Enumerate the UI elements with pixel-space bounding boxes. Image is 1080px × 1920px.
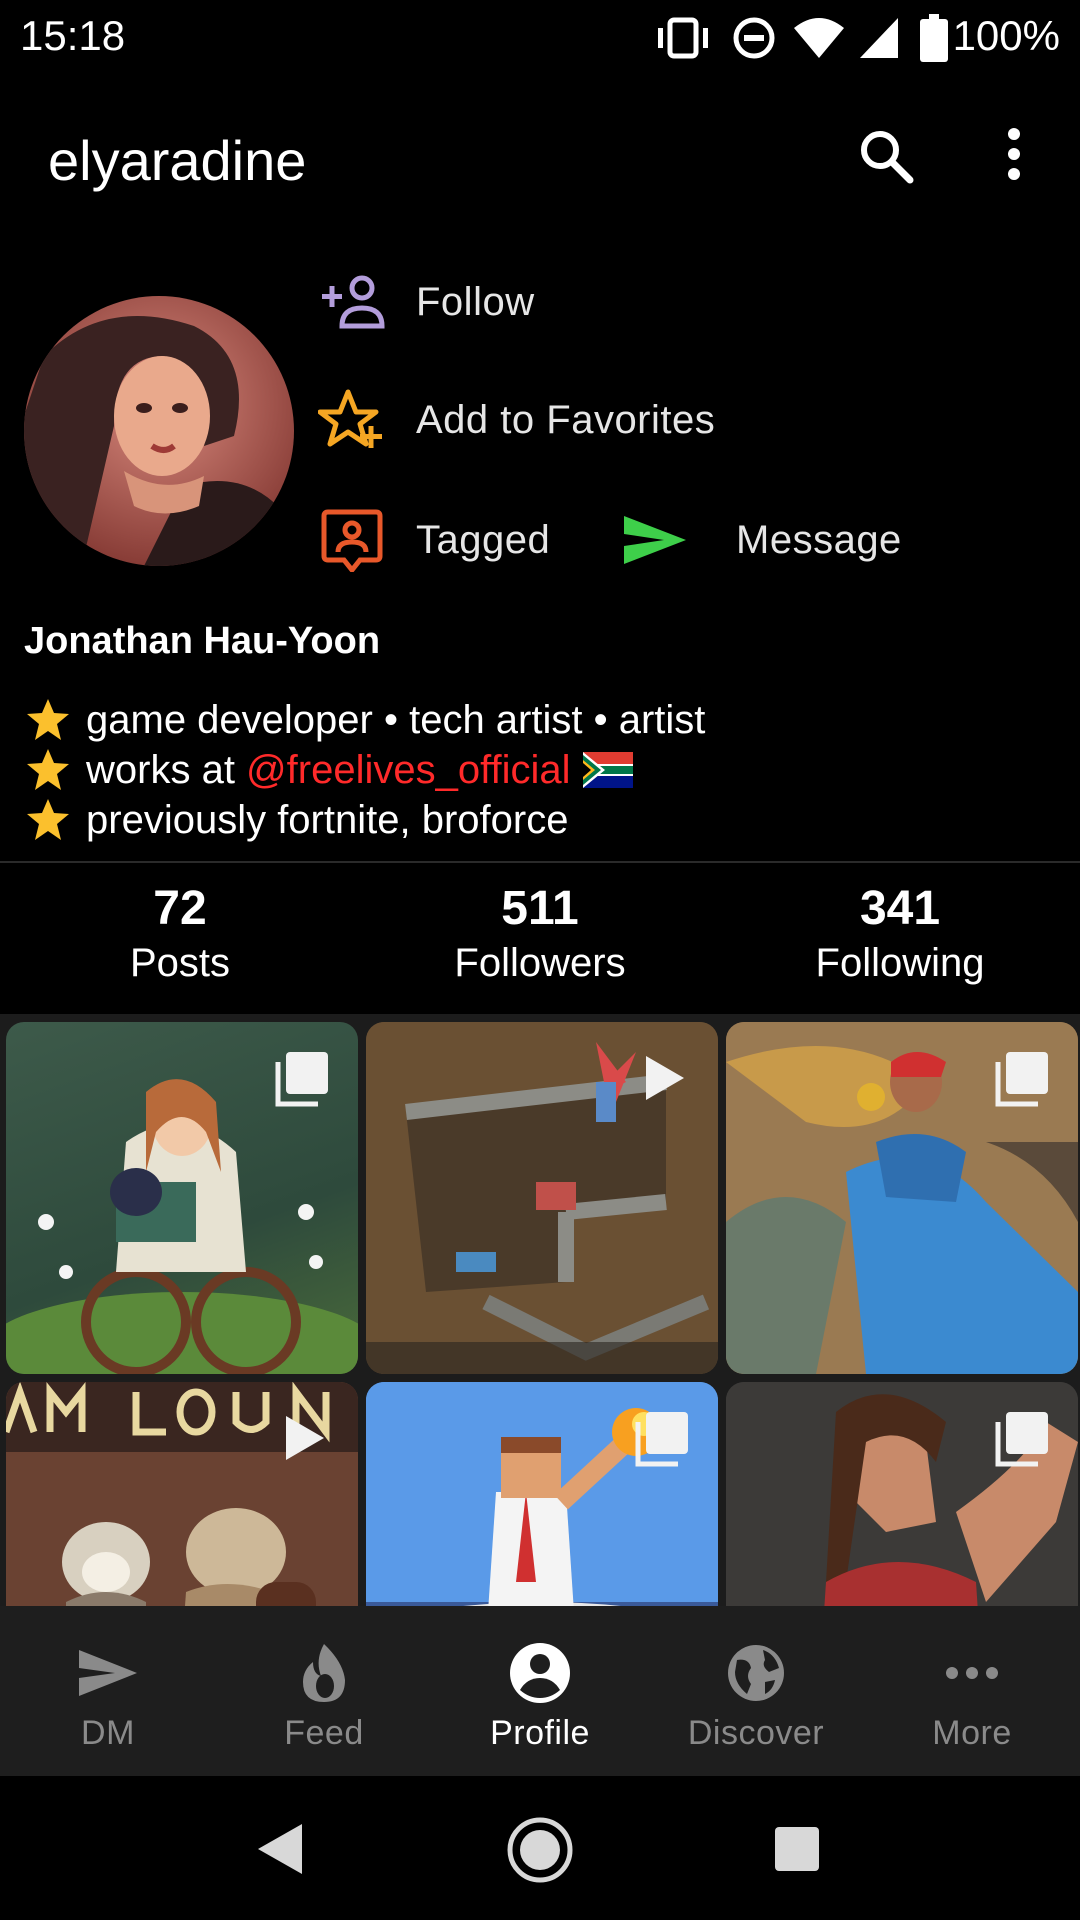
tagged-person-icon [321,509,383,572]
stat-posts-label: Posts [129,941,231,985]
bio-text-3: previously fortnite, broforce [86,797,569,842]
nav-item-profile[interactable]: Profile [432,1606,648,1776]
post-tile[interactable] [6,1382,358,1606]
multi-image-icon [995,1052,1048,1107]
nav-item-dm[interactable]: DM [0,1606,216,1776]
profile-username-title: elyaradine [48,129,307,192]
back-icon[interactable] [254,1822,304,1876]
nav-label-more: More [932,1714,1012,1752]
multi-image-icon [275,1052,328,1107]
post-tile[interactable] [726,1382,1078,1606]
nav-item-more[interactable]: More [864,1606,1080,1776]
stat-followers-value: 511 [501,882,579,935]
bio-mention-link[interactable]: @freelives_official [246,748,570,793]
star-emoji-icon [27,799,69,840]
follow-label: Follow [416,279,535,324]
globe-icon [728,1645,784,1701]
multi-image-icon [995,1412,1048,1467]
battery-percentage: 100% [952,12,1060,59]
bio-line-1: game developer • tech artist • artist [24,696,705,744]
system-navigation-bar [0,1776,1080,1920]
message-label: Message [736,517,902,562]
search-icon[interactable] [856,126,916,186]
add-to-favorites-button[interactable]: Add to Favorites [318,388,715,452]
send-icon [624,516,686,564]
stat-posts-value: 72 [153,882,207,935]
status-time: 15:18 [20,12,126,59]
post-tile[interactable] [366,1022,718,1374]
video-play-icon [646,1056,684,1100]
divider [0,861,1080,863]
avatar[interactable] [24,296,294,566]
tagged-button[interactable]: Tagged [318,508,550,572]
stat-posts[interactable]: 72 Posts [0,880,360,988]
status-bar: 15:18 100% [0,0,1080,76]
avatar-illustration [24,296,294,566]
post-tile[interactable] [726,1022,1078,1374]
stat-following-value: 341 [859,882,941,935]
battery-icon [920,14,948,62]
home-icon[interactable] [504,1814,576,1886]
more-horizontal-icon [946,1667,998,1679]
bio-line-3: previously fortnite, broforce [24,796,568,844]
multi-image-icon [635,1412,688,1467]
person-add-icon [322,275,385,329]
display-name: Jonathan Hau-Yoon [24,620,381,662]
stat-following-label: Following [815,941,985,985]
stat-followers[interactable]: 511 Followers [360,880,720,988]
bio-line-2: works at @freelives_official [24,746,633,794]
nav-label-dm: DM [81,1714,135,1752]
dnd-icon [733,17,775,59]
tagged-label: Tagged [416,517,551,562]
account-circle-icon [510,1643,570,1703]
nav-label-profile: Profile [490,1714,590,1752]
star-emoji-icon [27,699,69,740]
flame-icon [303,1644,345,1702]
send-icon [79,1650,137,1696]
favorites-label: Add to Favorites [416,397,716,442]
recents-icon[interactable] [774,1826,820,1872]
follow-button[interactable]: Follow [318,270,535,334]
nav-label-feed: Feed [284,1714,364,1752]
stat-followers-label: Followers [454,941,626,985]
post-tile[interactable] [366,1382,718,1606]
wifi-icon [794,18,844,58]
stat-following[interactable]: 341 Following [720,880,1080,988]
more-vertical-icon[interactable] [996,124,1032,184]
vibrate-icon [658,17,708,59]
posts-grid [0,1014,1080,1606]
cell-signal-icon [860,18,898,58]
south-africa-flag-icon [582,752,633,788]
video-play-icon [286,1416,324,1460]
nav-item-discover[interactable]: Discover [648,1606,864,1776]
nav-item-feed[interactable]: Feed [216,1606,432,1776]
post-tile[interactable] [6,1022,358,1374]
top-app-bar: elyaradine [0,76,1080,236]
message-button[interactable]: Message [620,508,902,572]
bio-text-2-prefix: works at [86,747,247,792]
nav-label-discover: Discover [687,1714,825,1752]
bio-text-1: game developer • tech artist • artist [86,697,706,742]
star-add-icon [318,389,382,448]
star-emoji-icon [27,749,69,790]
bottom-navigation: DM Feed Profile Discover More [0,1606,1080,1776]
